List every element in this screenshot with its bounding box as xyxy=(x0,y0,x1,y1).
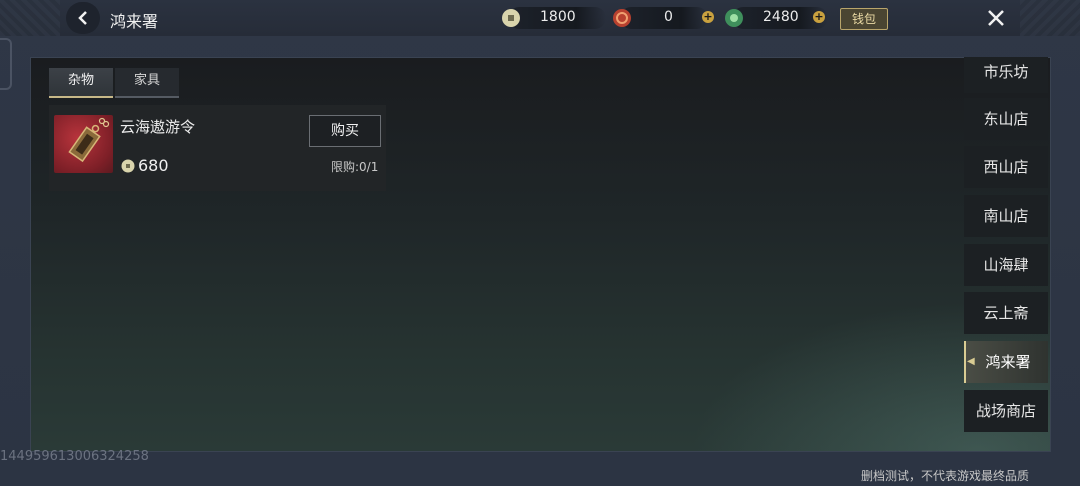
shop-item-shile[interactable]: 市乐坊 xyxy=(964,57,1048,93)
tab-furniture[interactable]: 家具 xyxy=(115,68,179,98)
shop-item-xishan[interactable]: 西山店 xyxy=(964,146,1048,188)
shop-item-shanhaisi[interactable]: 山海肆 xyxy=(964,244,1048,286)
purchase-limit: 限购:0/1 xyxy=(331,160,379,174)
corner-ornament-right xyxy=(1020,0,1080,36)
selected-pointer-icon: ◀ xyxy=(967,356,975,367)
item-price: 680 xyxy=(138,156,169,175)
close-icon xyxy=(988,10,1004,26)
page-title: 鸿来署 xyxy=(110,12,159,31)
shop-item-label: 鸿来署 xyxy=(985,353,1031,371)
token-plaque-icon xyxy=(68,117,110,163)
jade-coin-icon xyxy=(725,9,743,27)
item-name: 云海遨游令 xyxy=(120,118,196,136)
side-drawer-handle[interactable] xyxy=(0,38,12,90)
silver-coin-icon xyxy=(121,159,135,173)
shop-list: 市乐坊 东山店 西山店 南山店 山海肆 云上斋 ◀ 鸿来署 战场商店 xyxy=(964,57,1048,450)
top-bar: 鸿来署 1800 0 + 2480 + 钱包 xyxy=(0,0,1080,36)
wallet-button[interactable]: 钱包 xyxy=(840,8,888,30)
silver-coin-icon xyxy=(502,9,520,27)
user-id-watermark: 144959613006324258 xyxy=(0,449,149,464)
add-jade-coin-button[interactable]: + xyxy=(813,11,825,23)
shop-item-battlefield[interactable]: 战场商店 xyxy=(964,390,1048,432)
category-tabs: 杂物 家具 xyxy=(49,68,179,98)
test-disclaimer: 删档测试，不代表游戏最终品质 xyxy=(861,469,1030,483)
shop-item-nanshan[interactable]: 南山店 xyxy=(964,195,1048,237)
shop-item-dongshan[interactable]: 东山店 xyxy=(964,98,1048,140)
chevron-left-icon xyxy=(78,11,87,25)
currency-jade-value: 2480 xyxy=(763,9,799,25)
corner-ornament xyxy=(0,0,60,36)
red-token-icon xyxy=(613,9,631,27)
buy-button[interactable]: 购买 xyxy=(309,115,381,147)
list-item: 云海遨游令 购买 680 限购:0/1 xyxy=(49,105,386,191)
shop-item-yunshangzhai[interactable]: 云上斋 xyxy=(964,292,1048,334)
item-image[interactable] xyxy=(54,115,113,173)
back-button[interactable] xyxy=(66,2,100,34)
currency-red-value: 0 xyxy=(664,9,673,25)
add-red-token-button[interactable]: + xyxy=(702,11,714,23)
close-button[interactable] xyxy=(980,4,1012,32)
shop-item-honglaishu[interactable]: ◀ 鸿来署 xyxy=(964,341,1048,383)
tab-sundries[interactable]: 杂物 xyxy=(49,68,113,98)
currency-silver-value: 1800 xyxy=(540,9,576,25)
shop-panel: 杂物 家具 云海遨游令 购买 680 限购:0/1 xyxy=(30,57,1051,452)
